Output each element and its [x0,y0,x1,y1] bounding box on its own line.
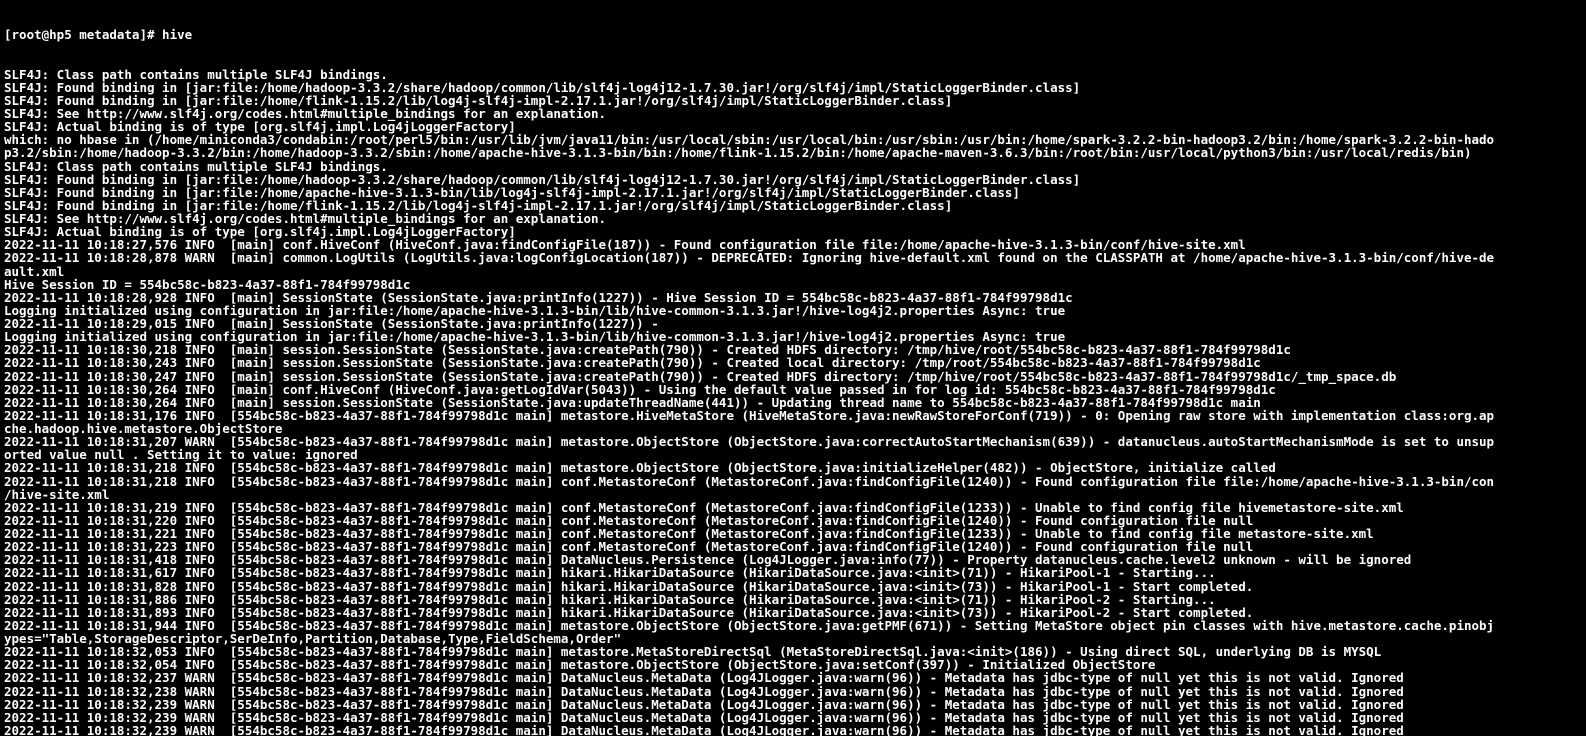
log-line: 2022-11-11 10:18:32,239 WARN [554bc58c-b… [4,698,1582,711]
log-line: 2022-11-11 10:18:28,878 WARN [main] comm… [4,251,1582,264]
log-line: 2022-11-11 10:18:32,239 WARN [554bc58c-b… [4,711,1582,724]
log-line: 2022-11-11 10:18:30,264 INFO [main] conf… [4,383,1582,396]
command-text: hive [162,27,192,42]
log-line: 2022-11-11 10:18:31,886 INFO [554bc58c-b… [4,593,1582,606]
log-line: SLF4J: Found binding in [jar:file:/home/… [4,186,1582,199]
log-line: 2022-11-11 10:18:31,218 INFO [554bc58c-b… [4,461,1582,474]
log-line: 2022-11-11 10:18:31,218 INFO [554bc58c-b… [4,475,1582,488]
log-line: SLF4J: Found binding in [jar:file:/home/… [4,81,1582,94]
log-line: 2022-11-11 10:18:28,928 INFO [main] Sess… [4,291,1582,304]
log-line: p3.2/sbin:/home/hadoop-3.3.2/bin:/home/h… [4,146,1582,159]
terminal-window[interactable]: [root@hp5 metadata]# hive SLF4J: Class p… [0,0,1586,736]
log-line: /hive-site.xml [4,488,1582,501]
log-line: 2022-11-11 10:18:31,219 INFO [554bc58c-b… [4,501,1582,514]
log-line: 2022-11-11 10:18:31,828 INFO [554bc58c-b… [4,580,1582,593]
log-output: SLF4J: Class path contains multiple SLF4… [4,68,1582,736]
log-line: 2022-11-11 10:18:32,238 WARN [554bc58c-b… [4,685,1582,698]
log-line: SLF4J: Class path contains multiple SLF4… [4,160,1582,173]
log-line: 2022-11-11 10:18:31,617 INFO [554bc58c-b… [4,566,1582,579]
log-line: ault.xml [4,265,1582,278]
log-line: 2022-11-11 10:18:30,247 INFO [main] sess… [4,370,1582,383]
log-line: 2022-11-11 10:18:30,243 INFO [main] sess… [4,356,1582,369]
log-line: 2022-11-11 10:18:32,237 WARN [554bc58c-b… [4,671,1582,684]
log-line: 2022-11-11 10:18:30,264 INFO [main] sess… [4,396,1582,409]
log-line: SLF4J: Class path contains multiple SLF4… [4,68,1582,81]
shell-prompt: [root@hp5 metadata]# [4,27,162,42]
log-line: 2022-11-11 10:18:32,239 WARN [554bc58c-b… [4,724,1582,736]
log-line: SLF4J: Found binding in [jar:file:/home/… [4,173,1582,186]
log-line: Hive Session ID = 554bc58c-b823-4a37-88f… [4,278,1582,291]
prompt-line[interactable]: [root@hp5 metadata]# hive [4,28,1582,41]
log-line: 2022-11-11 10:18:31,893 INFO [554bc58c-b… [4,606,1582,619]
